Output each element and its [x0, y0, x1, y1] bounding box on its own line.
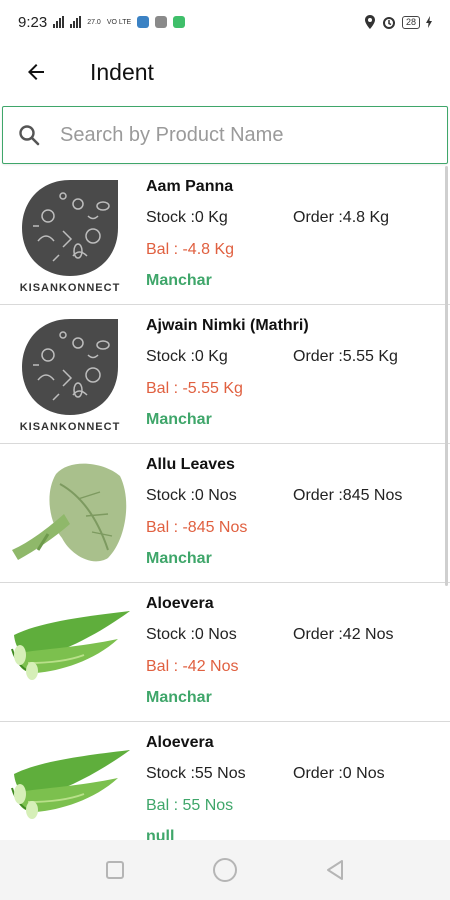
balance-text: Bal : -845 Nos	[146, 519, 248, 536]
order-text: Order :0 Nos	[293, 765, 385, 782]
status-time: 9:23	[18, 13, 48, 31]
product-name: Ajwain Nimki (Mathri)	[146, 317, 309, 334]
balance-text: Bal : -5.55 Kg	[146, 380, 243, 397]
list-item[interactable]: Allu Leaves Stock :0 Nos Order :845 Nos …	[0, 444, 450, 583]
location-text: Manchar	[146, 272, 212, 289]
stock-text: Stock :0 Kg	[146, 348, 228, 365]
kisankonnect-logo-icon	[22, 180, 118, 276]
stock-text: Stock :0 Kg	[146, 209, 228, 226]
list-item[interactable]: KISANKONNECT Aam Panna Stock :0 Kg Order…	[0, 166, 450, 305]
search-input[interactable]	[60, 123, 420, 147]
brand-label: KISANKONNECT	[19, 421, 121, 433]
product-image: KISANKONNECT	[10, 176, 130, 298]
circle-icon	[213, 858, 237, 882]
app-icon	[155, 16, 168, 28]
balance-text: Bal : -4.8 Kg	[146, 241, 235, 258]
list-item[interactable]: Aloevera Stock :0 Nos Order :42 Nos Bal …	[0, 583, 450, 722]
list-item[interactable]: KISANKONNECT Ajwain Nimki (Mathri) Stock…	[0, 305, 450, 444]
location-text: Manchar	[146, 689, 212, 706]
stock-text: Stock :0 Nos	[146, 626, 237, 643]
location-icon	[364, 15, 375, 29]
location-text: Manchar	[146, 411, 212, 428]
balance-text: Bal : -42 Nos	[146, 658, 239, 675]
page-title: Indent	[90, 58, 154, 85]
balance-text: Bal : 55 Nos	[146, 797, 234, 814]
signal-icon	[53, 16, 65, 28]
stock-text: Stock :55 Nos	[146, 765, 246, 782]
product-list[interactable]: KISANKONNECT Aam Panna Stock :0 Kg Order…	[0, 166, 450, 840]
home-button[interactable]	[205, 850, 245, 890]
location-text: Manchar	[146, 550, 212, 567]
list-item[interactable]: Aloevera Stock :55 Nos Order :0 Nos Bal …	[0, 722, 450, 840]
whatsapp-icon	[173, 16, 186, 28]
stock-text: Stock :0 Nos	[146, 487, 237, 504]
order-text: Order :4.8 Kg	[293, 209, 390, 226]
status-left: 9:23 27.0 VO LTE	[18, 13, 186, 31]
kisankonnect-logo-icon	[22, 319, 118, 415]
leaf-icon	[12, 463, 127, 562]
product-name: Aloevera	[146, 595, 214, 612]
order-text: Order :42 Nos	[293, 626, 394, 643]
search-icon	[16, 122, 42, 148]
battery-level: 28	[405, 16, 416, 27]
product-name: Aam Panna	[146, 178, 234, 195]
product-name: Allu Leaves	[146, 456, 235, 473]
signal-icon-2	[70, 16, 82, 28]
scrollbar[interactable]	[445, 166, 448, 586]
aloevera-icon	[11, 611, 130, 680]
battery-icon: 28	[401, 15, 420, 29]
order-text: Order :845 Nos	[293, 487, 403, 504]
recents-button[interactable]	[95, 850, 135, 890]
arrow-left-icon	[28, 64, 44, 80]
volte-label: VO LTE	[106, 18, 132, 26]
product-image	[10, 454, 130, 576]
speed-value: 27.0	[87, 18, 101, 26]
triangle-back-icon	[327, 860, 343, 880]
location-text: null	[146, 828, 175, 840]
product-image	[10, 732, 130, 840]
bluetooth-icon	[137, 16, 150, 28]
system-back-button[interactable]	[315, 850, 355, 890]
product-image: KISANKONNECT	[10, 315, 130, 437]
network-speed: 27.0	[87, 19, 101, 26]
system-nav-bar	[0, 840, 450, 900]
order-text: Order :5.55 Kg	[293, 348, 398, 365]
back-button[interactable]	[16, 52, 56, 92]
search-box[interactable]	[2, 106, 448, 164]
aloevera-icon	[11, 750, 130, 819]
square-icon	[106, 861, 124, 879]
app-bar: Indent	[0, 44, 450, 100]
product-name: Aloevera	[146, 734, 214, 751]
charging-icon	[426, 16, 432, 28]
status-right: 28	[364, 15, 432, 29]
alarm-icon	[382, 17, 395, 29]
product-image	[10, 593, 130, 715]
brand-label: KISANKONNECT	[19, 282, 121, 294]
status-bar: 9:23 27.0 VO LTE 28	[0, 0, 450, 44]
